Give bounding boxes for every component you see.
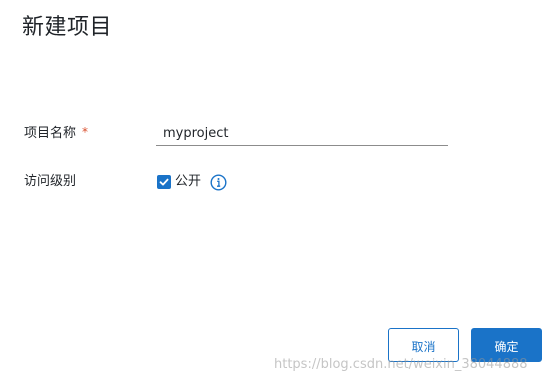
- project-name-label: 项目名称 *: [24, 120, 156, 146]
- public-checkbox[interactable]: [157, 175, 171, 189]
- project-name-row: 项目名称 *: [24, 120, 554, 146]
- cancel-button[interactable]: 取消: [388, 328, 459, 362]
- info-icon[interactable]: [210, 173, 227, 191]
- dialog-title: 新建项目: [22, 15, 113, 40]
- public-option[interactable]: 公开: [157, 173, 227, 191]
- confirm-button[interactable]: 确定: [471, 328, 542, 362]
- project-name-input[interactable]: [156, 121, 455, 145]
- visibility-label: 访问级别: [24, 174, 77, 189]
- checkmark-icon: [159, 178, 169, 186]
- visibility-row: 访问级别 公开: [24, 170, 554, 194]
- project-name-label-text: 项目名称: [24, 126, 77, 141]
- new-project-dialog: 新建项目 项目名称 * 访问级别 公开 取消: [0, 0, 554, 384]
- required-marker: *: [82, 125, 89, 139]
- project-name-field: [156, 121, 455, 146]
- public-label[interactable]: 公开: [175, 173, 201, 191]
